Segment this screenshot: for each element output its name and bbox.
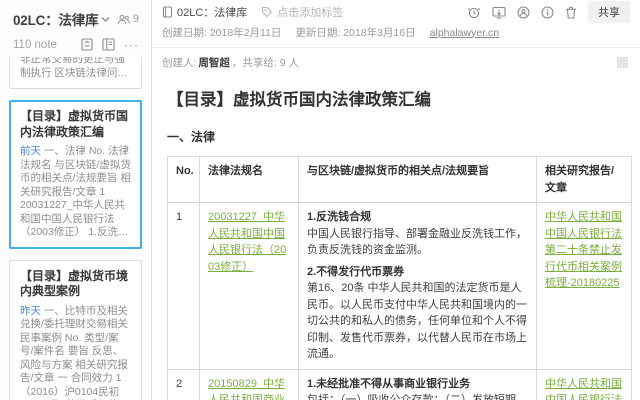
report-link[interactable]: 中华人民共和国中国人民银行法第二十条禁止发行代币相关案例梳理-20180225 <box>545 211 622 289</box>
reminder-clock-icon[interactable] <box>467 6 481 19</box>
add-tag-placeholder: 点击添加标签 <box>277 7 344 19</box>
note-count: 110 note <box>13 38 57 51</box>
note-editor: 02LC：法律库 点击添加标签 共享 创建日期: 2018年2月11日 更新日期… <box>152 0 640 400</box>
info-icon[interactable] <box>541 5 554 19</box>
trash-icon[interactable] <box>565 6 577 19</box>
note-card-list: 非正常交易的更正与强制执行 区块链法律问题（四）… 【目录】虚拟货币国内法律政策… <box>0 57 151 400</box>
member-count: 9 <box>132 13 139 25</box>
more-options-icon[interactable]: ··· <box>124 39 139 51</box>
cell-points: 1.未经批准不得从事商业银行业务 包括：（一）吸收公众存款；（二）发放短期、中期… <box>298 368 537 400</box>
notes-sidebar: 02LC：法律库 9 110 note ··· 非正常交易的更正与强制执行 区块… <box>0 0 152 400</box>
note-title: 【目录】虚拟货币境内典型案例 <box>20 268 129 299</box>
note-date: 昨天 <box>20 304 41 317</box>
app-window: 02LC：法律库 9 110 note ··· 非正常交易的更正与强制执行 区块… <box>0 0 640 400</box>
cell-no: 2 <box>167 368 200 400</box>
work-chat-user-icon[interactable] <box>517 5 530 19</box>
shared-members[interactable]: 9 <box>117 13 139 25</box>
shared-count: ，共享给: 9 人 <box>231 57 300 69</box>
note-card-cropped[interactable]: 非正常交易的更正与强制执行 区块链法律问题（四）… <box>9 57 142 89</box>
add-tag-field[interactable]: 点击添加标签 <box>261 4 343 20</box>
point-heading: 2.不得发行代币票券 <box>307 265 405 278</box>
note-snippet: 前天 一、法律 No. 法律法规名 与区块链/虚拟货币的相关点/法规要旨 相关研… <box>20 145 131 238</box>
table-header-row: No. 法律法规名 与区块链/虚拟货币的相关点/法规要旨 相关研究报告/文章 <box>167 156 632 203</box>
header-relevance: 与区块链/虚拟货币的相关点/法规要旨 <box>298 156 537 203</box>
note-title: 【目录】虚拟货币国内法律政策汇编 <box>20 109 129 139</box>
note-meta-row: 创建日期: 2018年2月11日 更新日期: 2018年3月16日 alphal… <box>152 20 640 48</box>
report-link[interactable]: 中华人民共和国中国人民银行法第二十条禁止发行代币相关案例梳理-20180225 <box>545 378 622 400</box>
notebook-selector[interactable]: 02LC：法律库 <box>162 4 247 20</box>
creator-name: 周智超 <box>198 57 230 69</box>
note-date: 前天 <box>20 145 41 157</box>
point-body: 包括：（一）吸收公众存款；（二）发放短期、中期和长期贷款；（三）办理国内外结算；… <box>307 394 527 400</box>
note-card-selected[interactable]: 【目录】虚拟货币国内法律政策汇编 前天 一、法律 No. 法律法规名 与区块链/… <box>9 100 142 249</box>
header-reports: 相关研究报告/文章 <box>536 156 632 203</box>
updated-date: 更新日期: 2018年3月16日 <box>295 27 416 39</box>
tag-icon <box>261 6 273 18</box>
source-url-link[interactable]: alphalawyer.cn <box>430 27 499 39</box>
notebook-title[interactable]: 02LC：法律库 <box>13 9 99 29</box>
law-link[interactable]: 20031227_中华人民共和国中国人民银行法（2003修正） <box>208 211 286 273</box>
document-title: 【目录】虚拟货币国内法律政策汇编 <box>167 91 431 109</box>
point-heading: 1.未经批准不得从事商业银行业务 <box>307 377 471 390</box>
creator-row: 创建人: 周智超 ，共享给: 9 人 <box>152 48 640 72</box>
point-body: 中国人民银行指导、部署金融业反洗钱工作，负责反洗钱的资金监测。 <box>307 227 527 257</box>
cell-points: 1.反洗钱合规 中国人民银行指导、部署金融业反洗钱工作，负责反洗钱的资金监测。 … <box>298 202 537 370</box>
creator-label: 创建人: <box>162 57 197 69</box>
law-table: No. 法律法规名 与区块链/虚拟货币的相关点/法规要旨 相关研究报告/文章 1… <box>167 156 632 400</box>
document-body: 【目录】虚拟货币国内法律政策汇编 一、法律 No. 法律法规名 与区块链/虚拟货… <box>152 72 640 400</box>
note-snippet: 昨天 一、比特币及相关兑换/委托理财交易相关民事案例 No. 类型/案号/案件名… <box>20 304 129 400</box>
table-grid-icon[interactable] <box>617 57 628 68</box>
people-icon <box>117 14 130 25</box>
point-heading: 1.反洗钱合规 <box>307 211 372 223</box>
notebook-icon <box>162 6 173 18</box>
panel-layout-icon[interactable] <box>102 38 115 51</box>
law-link[interactable]: 20150829_中华人民共和国商业银行法（2015修正） <box>208 378 287 400</box>
note-card[interactable]: 【目录】虚拟货币境内典型案例 昨天 一、比特币及相关兑换/委托理财交易相关民事案… <box>9 259 142 400</box>
header-no: No. <box>167 156 200 203</box>
card-badge-icon[interactable] <box>81 38 93 51</box>
sidebar-header: 02LC：法律库 9 110 note ··· <box>0 0 151 57</box>
cell-no: 1 <box>167 202 200 370</box>
point-body: 第16、20条 中华人民共和国的法定货币是人民币。以人民币支付中华人民共和国境内… <box>307 282 527 360</box>
table-row: 2 20150829_中华人民共和国商业银行法（2015修正） 1.未经批准不得… <box>167 368 632 400</box>
present-screen-icon[interactable] <box>492 6 506 19</box>
editor-toolbar: 02LC：法律库 点击添加标签 共享 <box>152 0 640 23</box>
section-heading: 一、法律 <box>167 130 216 144</box>
created-date: 创建日期: 2018年2月11日 <box>162 27 282 39</box>
chevron-down-icon[interactable] <box>101 16 110 23</box>
table-row: 1 20031227_中华人民共和国中国人民银行法（2003修正） 1.反洗钱合… <box>167 202 632 370</box>
note-snippet: 非正常交易的更正与强制执行 区块链法律问题（四）… <box>20 57 128 79</box>
header-law-name: 法律法规名 <box>199 156 299 203</box>
